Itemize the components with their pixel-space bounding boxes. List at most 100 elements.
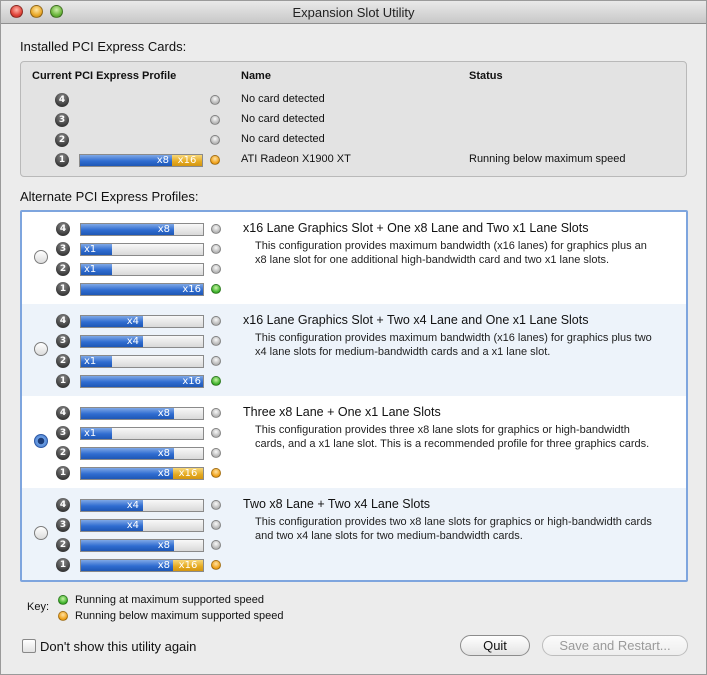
lane-fill: x4 — [81, 316, 143, 327]
slot-number-badge: 2 — [56, 354, 70, 368]
slot-number-badge: 3 — [56, 334, 70, 348]
card-name: ATI Radeon X1900 XT — [241, 153, 351, 165]
grey-status-icon — [211, 428, 221, 438]
grey-status-icon — [211, 336, 221, 346]
lane-fill: x8 — [81, 448, 174, 459]
profile-title: x16 Lane Graphics Slot + Two x4 Lane and… — [243, 313, 589, 327]
slot-number-badge: 2 — [56, 538, 70, 552]
slot-number-badge: 3 — [56, 242, 70, 256]
slot-number-badge: 3 — [55, 113, 69, 127]
max-lane-indicator: x16 — [172, 155, 202, 166]
card-name: No card detected — [241, 113, 325, 125]
lane-fill: x8 — [81, 560, 174, 571]
profile-radio-button[interactable] — [34, 526, 48, 540]
grey-status-icon — [211, 244, 221, 254]
grey-status-icon — [211, 520, 221, 530]
profile-row[interactable]: 4 x8 3 x1 2 x1 1 x16 x16 Lane Graphics Slot + On… — [22, 212, 686, 304]
orange-status-icon — [211, 560, 221, 570]
key-label: Key: — [27, 601, 50, 613]
lane-bar: x4 — [80, 335, 204, 348]
lane-fill: x1 — [81, 264, 112, 275]
profile-title: Three x8 Lane + One x1 Lane Slots — [243, 405, 441, 419]
slot-number-badge: 4 — [55, 93, 69, 107]
slot-number-badge: 4 — [56, 498, 70, 512]
profile-row[interactable]: 4 x4 3 x4 2 x8 1 x8 x16 Two x8 Lane + Two x4 Lane… — [22, 488, 686, 580]
key-green-text: Running at maximum supported speed — [75, 594, 264, 606]
lane-bar: x4 — [80, 315, 204, 328]
lane-bar: x8 — [80, 539, 204, 552]
slot-number-badge: 1 — [56, 282, 70, 296]
lane-bar: x1 — [80, 263, 204, 276]
slot-number-badge: 4 — [56, 406, 70, 420]
lane-fill: x4 — [81, 520, 143, 531]
profile-description: This configuration provides maximum band… — [255, 240, 647, 266]
quit-button[interactable]: Quit — [460, 635, 530, 656]
lane-bar: x8 x16 — [80, 467, 204, 480]
profile-radio-button[interactable] — [34, 434, 48, 448]
key-orange-text: Running below maximum supported speed — [75, 610, 284, 622]
slot-number-badge: 1 — [55, 153, 69, 167]
alternate-profiles-list: 4 x8 3 x1 2 x1 1 x16 x16 Lane Graphics Slot + On… — [20, 210, 688, 582]
slot-number-badge: 1 — [56, 558, 70, 572]
max-lane-indicator: x16 — [173, 560, 203, 571]
lane-fill: x8 — [81, 540, 174, 551]
lane-bar: x4 — [80, 499, 204, 512]
lane-bar: x4 — [80, 519, 204, 532]
window-title: Expansion Slot Utility — [292, 5, 415, 20]
card-name: No card detected — [241, 133, 325, 145]
lane-bar: x8 x16 — [80, 559, 204, 572]
green-status-icon — [211, 284, 221, 294]
slot-number-badge: 2 — [55, 133, 69, 147]
installed-cards-panel: Current PCI Express Profile Name Status … — [20, 61, 687, 177]
grey-status-icon — [210, 95, 220, 105]
slot-number-badge: 2 — [56, 446, 70, 460]
grey-status-icon — [211, 500, 221, 510]
lane-bar: x1 — [80, 243, 204, 256]
lane-fill: x1 — [81, 244, 112, 255]
slot-number-badge: 1 — [56, 374, 70, 388]
profile-radio-button[interactable] — [34, 342, 48, 356]
lane-fill: x1 — [81, 428, 112, 439]
profile-title: x16 Lane Graphics Slot + One x8 Lane and… — [243, 221, 589, 235]
profile-description: This configuration provides maximum band… — [255, 332, 652, 358]
expansion-slot-utility-window: Expansion Slot Utility Installed PCI Exp… — [0, 0, 707, 675]
card-status: Running below maximum speed — [469, 153, 626, 165]
orange-status-icon — [210, 155, 220, 165]
lane-bar: x1 — [80, 355, 204, 368]
alternate-section-label: Alternate PCI Express Profiles: — [20, 189, 199, 204]
slot-number-badge: 3 — [56, 518, 70, 532]
col-status: Status — [469, 70, 503, 82]
orange-status-icon — [58, 611, 68, 621]
lane-fill: x4 — [81, 500, 143, 511]
dont-show-checkbox[interactable] — [22, 639, 36, 653]
profile-description: This configuration provides two x8 lane … — [255, 516, 652, 542]
slot-number-badge: 2 — [56, 262, 70, 276]
save-and-restart-button[interactable]: Save and Restart... — [542, 635, 688, 656]
profile-row[interactable]: 4 x8 3 x1 2 x8 1 x8 x16 Three x8 Lane + One x1 La… — [22, 396, 686, 488]
green-status-icon — [211, 376, 221, 386]
lane-bar: x1 — [80, 427, 204, 440]
grey-status-icon — [211, 224, 221, 234]
profile-description: This configuration provides three x8 lan… — [255, 424, 650, 450]
profile-row[interactable]: 4 x4 3 x4 2 x1 1 x16 x16 Lane Graphics Slot + Tw… — [22, 304, 686, 396]
grey-status-icon — [211, 356, 221, 366]
lane-bar: x16 — [80, 283, 204, 296]
grey-status-icon — [211, 448, 221, 458]
grey-status-icon — [211, 408, 221, 418]
lane-fill: x16 — [81, 284, 203, 295]
grey-status-icon — [211, 316, 221, 326]
lane-fill: x8 — [81, 408, 174, 419]
grey-status-icon — [210, 135, 220, 145]
title-bar: Expansion Slot Utility — [1, 1, 706, 24]
lane-bar: x8 — [80, 223, 204, 236]
lane-fill: x16 — [81, 376, 203, 387]
col-name: Name — [241, 70, 271, 82]
installed-section-label: Installed PCI Express Cards: — [20, 39, 187, 54]
installed-lane-bar: x8 x16 — [79, 154, 203, 167]
profile-radio-button[interactable] — [34, 250, 48, 264]
green-status-icon — [58, 595, 68, 605]
orange-status-icon — [211, 468, 221, 478]
dont-show-label[interactable]: Don't show this utility again — [40, 639, 196, 654]
grey-status-icon — [211, 264, 221, 274]
lane-fill: x1 — [81, 356, 112, 367]
